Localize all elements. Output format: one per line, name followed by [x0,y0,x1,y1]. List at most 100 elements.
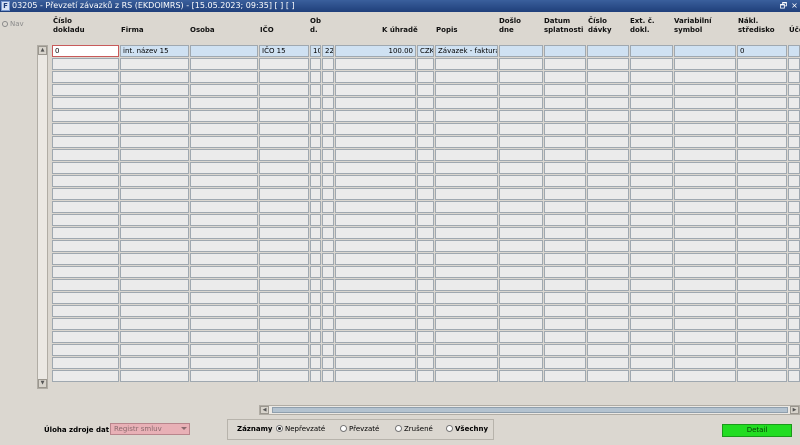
cell-obd[interactable] [310,58,321,70]
cell-cislo-dokladu[interactable] [52,110,119,122]
cell-ext-dokl[interactable] [630,201,673,213]
cell-k-uhrade[interactable] [335,240,416,252]
cell-obd2[interactable] [322,331,334,343]
cell-mena[interactable] [417,175,434,187]
cell-obd2[interactable] [322,71,334,83]
cell-obd2[interactable] [322,279,334,291]
cell-mena[interactable] [417,110,434,122]
cell-cislo-dokladu[interactable] [52,292,119,304]
table-row[interactable] [0,344,800,357]
cell-ext-dokl[interactable] [630,175,673,187]
nav-link[interactable]: Nav [2,20,24,28]
cell-k-uhrade[interactable] [335,370,416,382]
cell-nakl-stredisko[interactable] [737,266,787,278]
cell-ext-dokl[interactable] [630,110,673,122]
cell-mena[interactable] [417,84,434,96]
cell-osoba[interactable] [190,370,258,382]
cell-cislo-davky[interactable] [587,305,629,317]
cell-obd[interactable] [310,344,321,356]
cell-obd2[interactable] [322,136,334,148]
cell-variabilni-symbol[interactable] [674,214,736,226]
cell-mena[interactable] [417,370,434,382]
table-row[interactable] [0,149,800,162]
cell-cislo-davky[interactable] [587,331,629,343]
cell-osoba[interactable] [190,357,258,369]
cell-osoba[interactable] [190,253,258,265]
cell-ucet[interactable] [788,136,800,148]
cell-cislo-dokladu[interactable] [52,201,119,213]
cell-cislo-davky[interactable] [587,292,629,304]
table-row[interactable] [0,357,800,370]
cell-cislo-dokladu[interactable] [52,149,119,161]
table-row[interactable] [0,240,800,253]
cell-k-uhrade[interactable] [335,201,416,213]
cell-cislo-davky[interactable] [587,344,629,356]
cell-obd[interactable] [310,149,321,161]
cell-ico[interactable] [259,331,309,343]
cell-variabilni-symbol[interactable] [674,97,736,109]
table-row[interactable] [0,84,800,97]
cell-datum-splatnosti[interactable] [544,331,586,343]
cell-mena[interactable] [417,357,434,369]
table-row[interactable] [0,214,800,227]
cell-firma[interactable] [120,58,189,70]
cell-ico[interactable] [259,266,309,278]
cell-obd[interactable]: 10 [310,45,321,57]
cell-ico[interactable] [259,162,309,174]
radio-vsechny[interactable]: Všechny [446,425,488,434]
cell-nakl-stredisko[interactable] [737,188,787,200]
cell-ucet[interactable] [788,71,800,83]
cell-datum-splatnosti[interactable] [544,84,586,96]
cell-doslo-dne[interactable] [499,292,543,304]
cell-k-uhrade[interactable] [335,110,416,122]
cell-doslo-dne[interactable] [499,71,543,83]
cell-popis[interactable] [435,253,498,265]
cell-firma[interactable] [120,136,189,148]
cell-ico[interactable] [259,214,309,226]
cell-ucet[interactable] [788,253,800,265]
cell-popis[interactable] [435,292,498,304]
cell-ico[interactable] [259,84,309,96]
cell-cislo-dokladu[interactable] [52,84,119,96]
cell-k-uhrade[interactable] [335,305,416,317]
cell-popis[interactable] [435,214,498,226]
cell-variabilni-symbol[interactable] [674,123,736,135]
cell-cislo-dokladu[interactable] [52,370,119,382]
cell-firma[interactable] [120,266,189,278]
cell-ext-dokl[interactable] [630,370,673,382]
cell-doslo-dne[interactable] [499,97,543,109]
table-row[interactable] [0,370,800,383]
cell-ico[interactable] [259,201,309,213]
cell-datum-splatnosti[interactable] [544,45,586,57]
cell-cislo-davky[interactable] [587,149,629,161]
cell-mena[interactable] [417,331,434,343]
cell-mena[interactable] [417,292,434,304]
cell-obd[interactable] [310,279,321,291]
cell-k-uhrade[interactable] [335,123,416,135]
table-row[interactable] [0,188,800,201]
cell-ico[interactable] [259,71,309,83]
cell-ico[interactable] [259,253,309,265]
cell-cislo-dokladu[interactable] [52,305,119,317]
cell-nakl-stredisko[interactable] [737,357,787,369]
table-row[interactable] [0,97,800,110]
cell-ico[interactable] [259,188,309,200]
cell-ico[interactable] [259,175,309,187]
cell-osoba[interactable] [190,123,258,135]
cell-variabilni-symbol[interactable] [674,162,736,174]
cell-firma[interactable] [120,318,189,330]
cell-obd2[interactable] [322,149,334,161]
cell-variabilni-symbol[interactable] [674,344,736,356]
cell-ucet[interactable] [788,162,800,174]
cell-ext-dokl[interactable] [630,305,673,317]
cell-k-uhrade[interactable] [335,175,416,187]
cell-obd2[interactable] [322,227,334,239]
cell-ico[interactable] [259,344,309,356]
cell-obd[interactable] [310,162,321,174]
cell-variabilni-symbol[interactable] [674,357,736,369]
cell-variabilni-symbol[interactable] [674,292,736,304]
cell-obd2[interactable] [322,305,334,317]
cell-obd2[interactable]: 22 [322,45,334,57]
table-row[interactable] [0,279,800,292]
cell-popis[interactable] [435,97,498,109]
